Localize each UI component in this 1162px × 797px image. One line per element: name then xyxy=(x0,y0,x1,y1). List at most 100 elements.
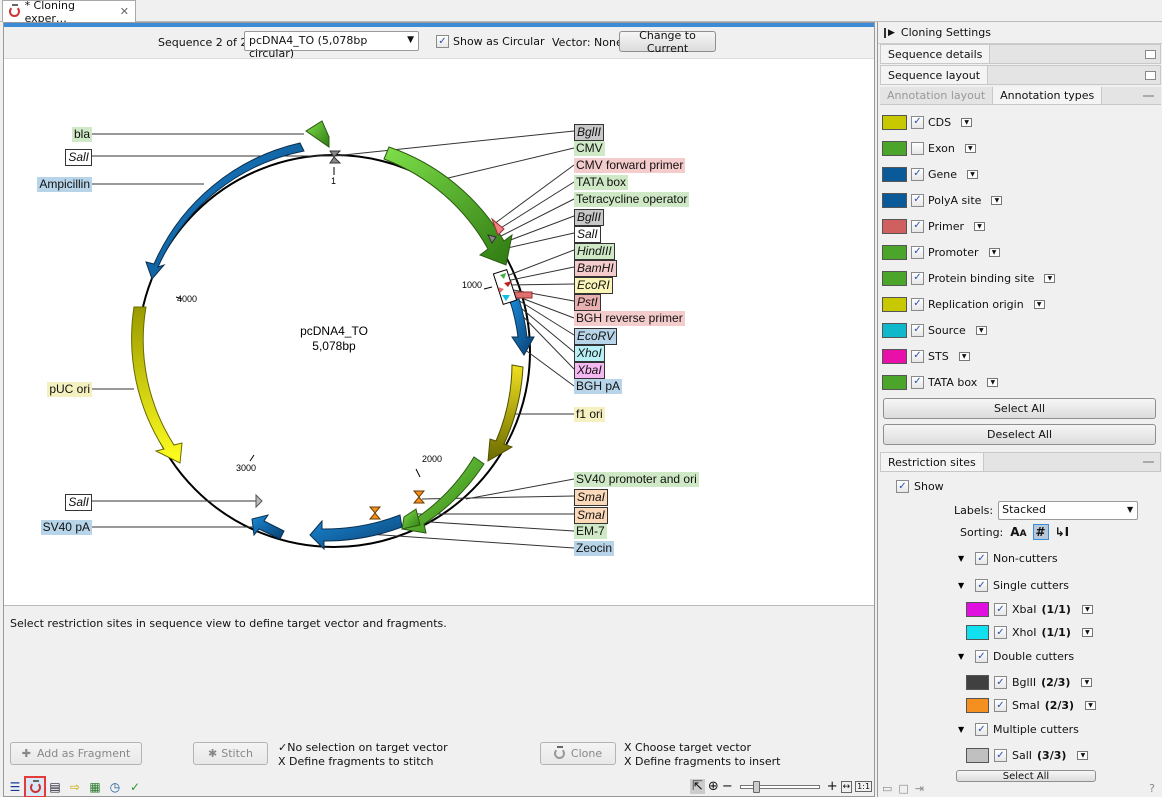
restriction-site-label[interactable]: SalI xyxy=(574,226,601,243)
sort-by-position-icon[interactable]: ↳I xyxy=(1053,525,1072,539)
minimize-icon[interactable] xyxy=(1136,87,1161,104)
labels-select[interactable]: Stacked ▼ xyxy=(998,501,1139,520)
annotation-type-checkbox[interactable]: ✓ xyxy=(911,349,924,363)
zoom-in-tool-icon[interactable]: ⊕ xyxy=(708,779,719,794)
restriction-site-label[interactable]: BglII xyxy=(574,209,605,226)
smai-site-marker[interactable] xyxy=(412,490,426,504)
restriction-site-label[interactable]: XbaI xyxy=(574,362,605,379)
annotation-color-swatch[interactable] xyxy=(882,348,907,364)
table-view-icon[interactable]: ▦ xyxy=(86,778,104,796)
feature-label[interactable]: CMV forward primer xyxy=(574,158,686,173)
dropdown-icon[interactable]: ▼ xyxy=(1044,273,1056,283)
add-as-fragment-button[interactable]: ✚ Add as Fragment xyxy=(10,742,142,765)
feature-label[interactable]: Tetracycline operator xyxy=(574,192,690,207)
annotation-type-checkbox[interactable]: ✓ xyxy=(911,297,924,311)
dropdown-icon[interactable]: ▼ xyxy=(961,117,973,127)
feature-label[interactable]: bla xyxy=(71,127,92,142)
annotation-type-checkbox[interactable]: ✓ xyxy=(911,245,924,259)
dropdown-icon[interactable]: ▼ xyxy=(988,247,1000,257)
sequence-select[interactable]: pcDNA4_TO (5,078bp circular) ▼ xyxy=(244,31,419,60)
feature-label[interactable]: f1 ori xyxy=(574,407,605,422)
zoom-slider-thumb[interactable] xyxy=(752,780,760,793)
cutter-group[interactable]: ▼ ✓ Non-cutters xyxy=(958,552,1058,565)
dropdown-icon[interactable]: ▼ xyxy=(1077,751,1089,760)
fit-width-icon[interactable]: ↔ xyxy=(840,780,853,793)
expand-triangle-icon[interactable]: ▼ xyxy=(958,652,970,661)
restriction-site-label[interactable]: BglII xyxy=(574,124,605,141)
annotation-type-checkbox[interactable]: ✓ xyxy=(911,115,924,129)
annotation-type-checkbox[interactable] xyxy=(911,141,924,155)
zoom-out-icon[interactable]: − xyxy=(722,779,733,794)
enzyme-color-swatch[interactable] xyxy=(966,698,989,713)
circular-map-canvas[interactable]: 1 1000 2000 3000 4000 pcDNA4_TO 5,078bp … xyxy=(4,58,874,606)
dropdown-icon[interactable]: ▼ xyxy=(974,221,986,231)
dropdown-icon[interactable]: ▼ xyxy=(958,351,970,361)
feature-label[interactable]: TATA box xyxy=(574,175,629,190)
annotation-type-checkbox[interactable]: ✓ xyxy=(911,323,924,337)
restriction-site-label[interactable]: BamHI xyxy=(574,260,617,277)
sequence-details-section[interactable]: Sequence details xyxy=(880,44,1161,64)
expand-triangle-icon[interactable]: ▼ xyxy=(958,581,970,590)
minimize-icon[interactable] xyxy=(1143,461,1154,463)
show-sites-toggle[interactable]: ✓ Show xyxy=(896,480,944,493)
dropdown-icon[interactable]: ▼ xyxy=(1081,605,1093,614)
select-tool-icon[interactable]: ⇱ xyxy=(690,779,705,794)
group-checkbox[interactable]: ✓ xyxy=(975,650,988,663)
sequence-layout-section[interactable]: Sequence layout xyxy=(880,65,1161,85)
dropdown-icon[interactable]: ▼ xyxy=(1085,701,1097,710)
annotation-color-swatch[interactable] xyxy=(882,244,907,260)
annotation-color-swatch[interactable] xyxy=(882,166,907,182)
folder-icon[interactable]: □ xyxy=(898,782,908,795)
dropdown-icon[interactable]: ▼ xyxy=(967,169,979,179)
annotation-color-swatch[interactable] xyxy=(882,218,907,234)
smai-site-marker-2[interactable] xyxy=(368,506,382,520)
validate-view-icon[interactable]: ✓ xyxy=(126,778,144,796)
expand-triangle-icon[interactable]: ▼ xyxy=(958,725,970,734)
zeocin-arrow[interactable] xyxy=(309,514,403,551)
editor-tab[interactable]: * Cloning exper… ✕ xyxy=(2,0,136,25)
expand-triangle-icon[interactable]: ▼ xyxy=(958,554,970,563)
enzyme-color-swatch[interactable] xyxy=(966,625,989,640)
detach-icon[interactable]: ⇥ xyxy=(915,782,924,795)
em7-arrow[interactable] xyxy=(401,508,421,530)
enzyme-checkbox[interactable]: ✓ xyxy=(994,676,1007,689)
restriction-site-label[interactable]: EcoRV xyxy=(574,328,618,345)
annotation-color-swatch[interactable] xyxy=(882,322,907,338)
annotation-type-checkbox[interactable]: ✓ xyxy=(911,193,924,207)
list-view-icon[interactable]: ☰ xyxy=(6,778,24,796)
annotation-color-swatch[interactable] xyxy=(882,270,907,286)
actual-size-icon[interactable]: 1:1 xyxy=(855,781,873,792)
deselect-all-annotations-button[interactable]: Deselect All xyxy=(883,424,1156,445)
restriction-site-label[interactable]: HindIII xyxy=(574,243,615,260)
annotation-type-checkbox[interactable]: ✓ xyxy=(911,271,924,285)
annotation-color-swatch[interactable] xyxy=(882,192,907,208)
annotation-type-checkbox[interactable]: ✓ xyxy=(911,219,924,233)
feature-label[interactable]: BGH pA xyxy=(574,379,623,394)
feature-label[interactable]: Zeocin xyxy=(574,541,615,556)
cutter-group[interactable]: ▼ ✓ Single cutters xyxy=(958,579,1069,592)
cloning-view-icon[interactable] xyxy=(24,776,46,797)
tab-annotation-layout[interactable]: Annotation layout xyxy=(880,87,994,104)
feature-label[interactable]: BGH reverse primer xyxy=(574,311,685,326)
feature-label[interactable]: Ampicillin xyxy=(37,177,92,192)
enzyme-checkbox[interactable]: ✓ xyxy=(994,603,1007,616)
restriction-site-label[interactable]: SalI xyxy=(65,149,92,166)
minimize-icon[interactable]: ▭ xyxy=(882,782,892,795)
enzyme-checkbox[interactable]: ✓ xyxy=(994,749,1007,762)
dropdown-icon[interactable]: ▼ xyxy=(1081,678,1093,687)
cutter-group[interactable]: ▼ ✓ Multiple cutters xyxy=(958,723,1079,736)
dropdown-icon[interactable]: ▼ xyxy=(1081,628,1093,637)
sali-site-marker[interactable] xyxy=(329,150,342,164)
select-all-annotations-button[interactable]: Select All xyxy=(883,398,1156,419)
group-checkbox[interactable]: ✓ xyxy=(975,552,988,565)
show-circular-checkbox[interactable]: ✓ xyxy=(436,35,449,48)
sali-site-marker-2[interactable] xyxy=(255,493,263,509)
show-sites-checkbox[interactable]: ✓ xyxy=(896,480,909,493)
puc-ori-arrow[interactable] xyxy=(131,306,183,464)
export-view-icon[interactable]: ⇨ xyxy=(66,778,84,796)
enzyme-color-swatch[interactable] xyxy=(966,748,989,763)
cmv-arrow[interactable] xyxy=(383,146,513,266)
stitch-button[interactable]: ✱ Stitch xyxy=(193,742,268,765)
zoom-slider[interactable] xyxy=(739,780,820,793)
tab-annotation-types[interactable]: Annotation types xyxy=(993,87,1103,104)
